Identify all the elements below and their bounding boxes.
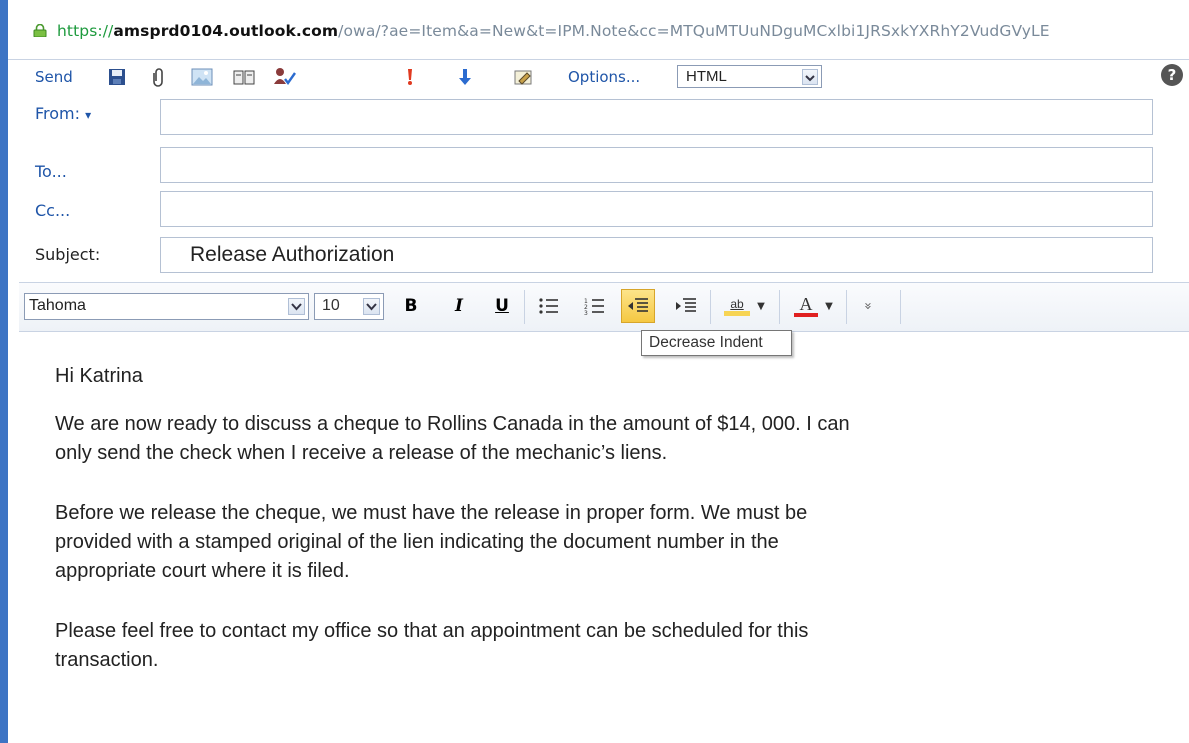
attach-button[interactable] bbox=[147, 67, 171, 87]
url-text[interactable]: https://amsprd0104.outlook.com/owa/?ae=I… bbox=[57, 22, 1050, 40]
exclamation-icon bbox=[408, 69, 412, 85]
check-names-icon bbox=[274, 68, 296, 86]
help-icon[interactable]: ? bbox=[1161, 64, 1183, 86]
address-book-button[interactable] bbox=[231, 67, 257, 87]
browser-window: https://amsprd0104.outlook.com/owa/?ae=I… bbox=[8, 0, 1189, 743]
to-field[interactable] bbox=[160, 147, 1153, 183]
insert-image-button[interactable] bbox=[189, 67, 215, 87]
send-button[interactable]: Send bbox=[35, 67, 87, 87]
address-bar[interactable]: https://amsprd0104.outlook.com/owa/?ae=I… bbox=[8, 0, 1189, 60]
check-names-button[interactable] bbox=[271, 67, 299, 87]
chevron-down-icon bbox=[288, 298, 305, 315]
font-color-icon: A bbox=[799, 294, 813, 314]
highlight-button[interactable]: ab bbox=[722, 293, 752, 319]
subject-value: Release Authorization bbox=[190, 243, 395, 266]
italic-label: I bbox=[455, 296, 463, 316]
toolbar-separator bbox=[524, 290, 525, 324]
bold-button[interactable]: B bbox=[400, 293, 422, 319]
font-size-value: 10 bbox=[322, 297, 340, 314]
url-path: /owa/?ae=Item&a=New&t=IPM.Note&cc=MTQuMT… bbox=[338, 22, 1050, 40]
to-label: To... bbox=[35, 162, 67, 181]
font-name-value: Tahoma bbox=[29, 297, 86, 314]
chevron-down-icon: ▼ bbox=[757, 300, 765, 312]
to-button[interactable]: To... bbox=[35, 162, 67, 181]
underline-button[interactable]: U bbox=[491, 293, 513, 319]
signature-button[interactable] bbox=[511, 67, 537, 87]
body-greeting: Hi Katrina bbox=[55, 365, 143, 387]
high-importance-button[interactable] bbox=[403, 67, 417, 87]
options-button[interactable]: Options... bbox=[568, 67, 663, 87]
body-paragraph-2-line-3: appropriate court where it is filed. bbox=[55, 560, 350, 582]
body-paragraph-3-line-1: Please feel free to contact my office so… bbox=[55, 620, 809, 642]
underline-label: U bbox=[495, 296, 509, 316]
body-paragraph-2-line-2: provided with a stamped original of the … bbox=[55, 531, 779, 553]
chevron-down-icon: ▼ bbox=[825, 300, 833, 312]
message-format-value: HTML bbox=[686, 68, 727, 85]
numbering-button[interactable]: 123 bbox=[582, 293, 608, 319]
numbered-list-icon: 123 bbox=[584, 298, 604, 315]
from-field[interactable] bbox=[160, 99, 1153, 135]
chevron-double-icon: » bbox=[860, 302, 876, 310]
highlight-icon: ab bbox=[730, 296, 744, 311]
body-paragraph-3-line-2: transaction. bbox=[55, 649, 159, 671]
body-paragraph-1-line-1: We are now ready to discuss a cheque to … bbox=[55, 413, 850, 435]
url-scheme: https:// bbox=[57, 22, 114, 40]
url-host: amsprd0104.outlook.com bbox=[113, 22, 339, 40]
from-dropdown-icon: ▾ bbox=[85, 108, 92, 122]
font-name-select[interactable]: Tahoma bbox=[24, 293, 309, 320]
image-icon bbox=[191, 68, 213, 86]
toolbar-separator bbox=[900, 290, 901, 324]
font-color-swatch bbox=[794, 313, 818, 317]
lock-icon bbox=[33, 24, 47, 37]
bulleted-list-icon bbox=[539, 298, 558, 314]
address-book-icon bbox=[233, 70, 255, 85]
toolbar-separator bbox=[846, 290, 847, 324]
paperclip-icon bbox=[153, 68, 163, 87]
cc-field[interactable] bbox=[160, 191, 1153, 227]
body-paragraph-1-line-2: only send the check when I receive a rel… bbox=[55, 442, 668, 464]
bullets-button[interactable] bbox=[536, 293, 562, 319]
toolbar-separator bbox=[779, 290, 780, 324]
options-label: Options... bbox=[568, 68, 641, 86]
cc-label: Cc... bbox=[35, 201, 71, 220]
body-paragraph-2-line-1: Before we release the cheque, we must ha… bbox=[55, 502, 808, 524]
chevron-down-icon bbox=[363, 298, 380, 315]
save-icon bbox=[109, 69, 125, 85]
svg-text:3: 3 bbox=[584, 310, 588, 315]
subject-label: Subject: bbox=[35, 245, 101, 264]
italic-button[interactable]: I bbox=[448, 293, 470, 319]
send-label: Send bbox=[35, 68, 73, 86]
decrease-indent-button[interactable] bbox=[621, 289, 655, 323]
help-label: ? bbox=[1167, 66, 1177, 84]
low-importance-button[interactable] bbox=[458, 67, 472, 87]
highlight-color-swatch bbox=[724, 310, 750, 316]
increase-indent-button[interactable] bbox=[672, 293, 700, 319]
from-button[interactable]: From: ▾ bbox=[35, 104, 91, 123]
cc-button[interactable]: Cc... bbox=[35, 201, 70, 220]
chevron-down-icon bbox=[802, 69, 818, 85]
signature-icon bbox=[514, 70, 532, 85]
save-button[interactable] bbox=[105, 67, 129, 87]
decrease-indent-icon bbox=[628, 298, 648, 312]
highlight-dropdown-button[interactable]: ▼ bbox=[755, 293, 767, 319]
message-format-select[interactable]: HTML bbox=[677, 65, 822, 88]
more-options-button[interactable]: » bbox=[855, 297, 881, 315]
down-arrow-icon bbox=[459, 69, 471, 85]
from-label: From: bbox=[35, 104, 81, 123]
font-color-dropdown-button[interactable]: ▼ bbox=[823, 293, 835, 319]
toolbar-separator bbox=[710, 290, 711, 324]
bold-label: B bbox=[404, 296, 418, 316]
font-color-button[interactable]: A bbox=[792, 293, 820, 319]
font-size-select[interactable]: 10 bbox=[314, 293, 384, 320]
increase-indent-icon bbox=[676, 298, 696, 312]
